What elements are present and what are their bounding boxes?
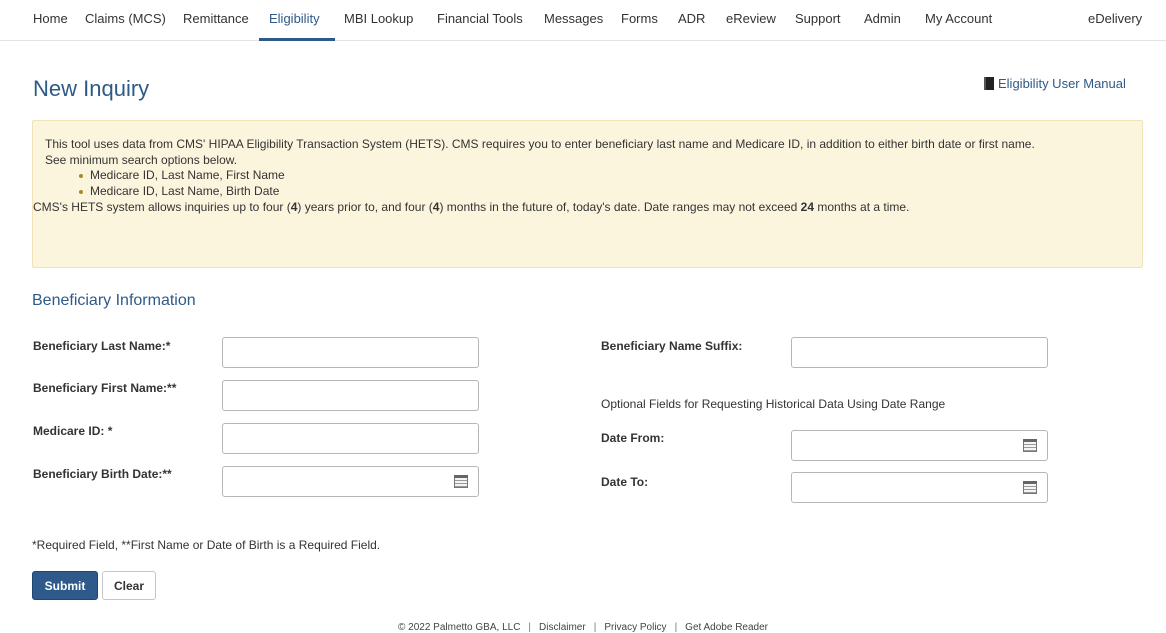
nav-admin[interactable]: Admin [864, 11, 901, 26]
date-from-field[interactable] [791, 430, 1048, 461]
medicare-id-field[interactable] [222, 423, 479, 454]
notice-bullet-1: Medicare ID, Last Name, First Name [90, 168, 285, 182]
nav-claims-mcs[interactable]: Claims (MCS) [85, 11, 166, 26]
notice-bullet-2: Medicare ID, Last Name, Birth Date [90, 184, 280, 198]
clear-button[interactable]: Clear [102, 571, 156, 600]
calendar-icon[interactable] [454, 475, 468, 488]
footer-link-disclaimer[interactable]: Disclaimer [539, 622, 586, 633]
name-suffix-field[interactable] [791, 337, 1048, 368]
nav-support[interactable]: Support [795, 11, 841, 26]
first-name-input[interactable] [223, 381, 478, 410]
birth-date-input[interactable] [223, 467, 478, 496]
name-suffix-input[interactable] [792, 338, 1047, 367]
last-name-field[interactable] [222, 337, 479, 368]
nav-ereview[interactable]: eReview [726, 11, 776, 26]
page-footer: © 2022 Palmetto GBA, LLC | Disclaimer | Priv… [397, 622, 769, 633]
nav-messages[interactable]: Messages [544, 11, 603, 26]
nav-eligibility[interactable]: Eligibility [269, 11, 320, 26]
notice-line-1: This tool uses data from CMS' HIPAA Elig… [45, 137, 1035, 151]
medicare-id-input[interactable] [223, 424, 478, 453]
calendar-icon[interactable] [1023, 439, 1037, 452]
page-title: New Inquiry [33, 76, 150, 101]
medicare-id-label: Medicare ID: * [33, 424, 113, 438]
nav-edelivery[interactable]: eDelivery [1088, 11, 1142, 26]
last-name-input[interactable] [223, 338, 478, 367]
section-heading-beneficiary-information: Beneficiary Information [32, 292, 196, 309]
bullet-icon [79, 190, 83, 194]
hets-notice-box: This tool uses data from CMS' HIPAA Elig… [32, 120, 1143, 268]
date-from-label: Date From: [601, 431, 665, 445]
birth-date-field[interactable] [222, 466, 479, 497]
nav-forms[interactable]: Forms [621, 11, 658, 26]
nav-remittance[interactable]: Remittance [183, 11, 249, 26]
book-icon [984, 77, 994, 90]
bullet-icon [79, 174, 83, 178]
active-tab-indicator [259, 38, 335, 41]
name-suffix-label: Beneficiary Name Suffix: [601, 339, 743, 353]
last-name-label: Beneficiary Last Name:* [33, 339, 171, 353]
notice-line-3: CMS's HETS system allows inquiries up to… [33, 200, 910, 214]
first-name-label: Beneficiary First Name:** [33, 381, 177, 395]
footer-link-privacy-policy[interactable]: Privacy Policy [604, 622, 666, 633]
date-to-label: Date To: [601, 475, 649, 489]
calendar-icon[interactable] [1023, 481, 1037, 494]
date-to-field[interactable] [791, 472, 1048, 503]
footer-copyright: © 2022 Palmetto GBA, LLC [397, 622, 521, 633]
date-from-input[interactable] [792, 431, 1047, 460]
nav-home[interactable]: Home [33, 11, 68, 26]
nav-financial-tools[interactable]: Financial Tools [437, 11, 523, 26]
nav-adr[interactable]: ADR [678, 11, 705, 26]
manual-link-label: Eligibility User Manual [998, 76, 1126, 91]
first-name-field[interactable] [222, 380, 479, 411]
nav-mbi-lookup[interactable]: MBI Lookup [344, 11, 413, 26]
date-to-input[interactable] [792, 473, 1047, 502]
submit-button[interactable]: Submit [32, 571, 98, 600]
birth-date-label: Beneficiary Birth Date:** [33, 467, 172, 481]
top-navigation: Home Claims (MCS) Remittance Eligibility… [0, 0, 1166, 41]
footer-link-get-adobe-reader[interactable]: Get Adobe Reader [685, 622, 768, 633]
notice-line-2: See minimum search options below. [45, 153, 238, 167]
nav-my-account[interactable]: My Account [925, 11, 992, 26]
optional-fields-note: Optional Fields for Requesting Historica… [601, 397, 946, 411]
required-field-footnote: *Required Field, **First Name or Date of… [32, 538, 381, 552]
eligibility-user-manual-link[interactable]: Eligibility User Manual [984, 76, 1126, 91]
